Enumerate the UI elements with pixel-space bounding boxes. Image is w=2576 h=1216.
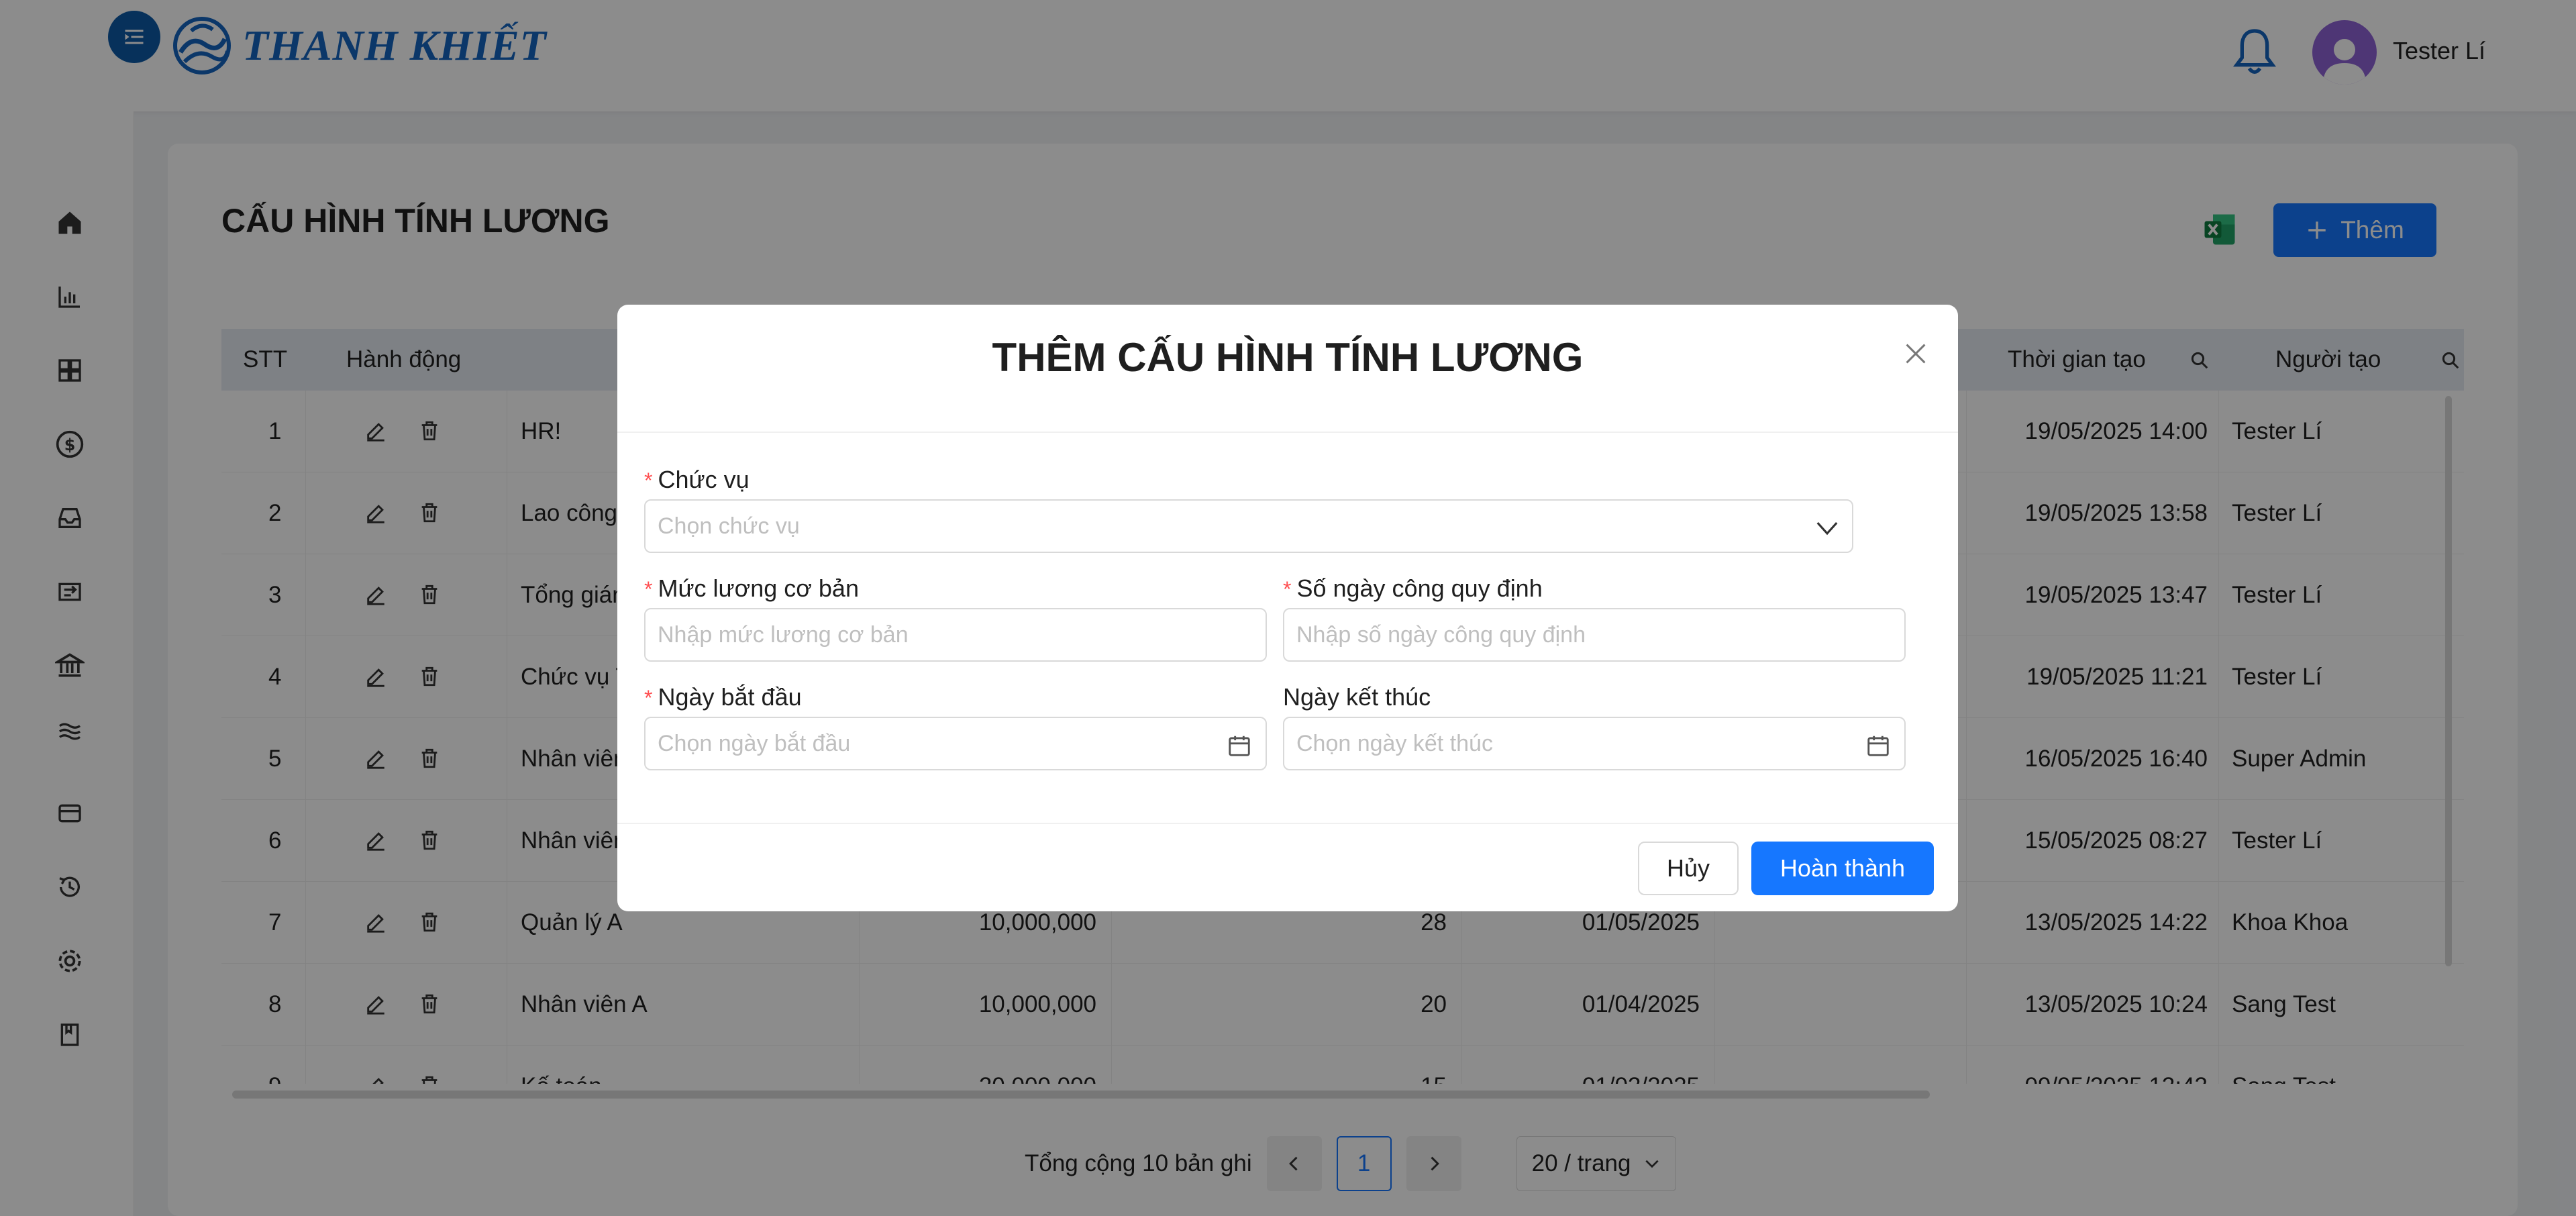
workdays-label: * Số ngày công quy định (1283, 574, 1543, 603)
workdays-placeholder: Nhập số ngày công quy định (1296, 622, 1586, 648)
cancel-button[interactable]: Hủy (1638, 842, 1739, 895)
start-date-label: * Ngày bắt đầu (644, 683, 802, 711)
start-date-picker[interactable]: Chọn ngày bắt đầu (644, 717, 1267, 770)
modal-header: THÊM CẤU HÌNH TÍNH LƯƠNG (617, 305, 1958, 433)
salary-label: * Mức lương cơ bản (644, 574, 859, 603)
start-date-placeholder: Chọn ngày bắt đầu (658, 731, 851, 756)
position-label-text: Chức vụ (658, 466, 750, 493)
start-date-label-text: Ngày bắt đầu (658, 683, 802, 711)
calendar-icon (1867, 736, 1889, 756)
add-salary-config-modal: THÊM CẤU HÌNH TÍNH LƯƠNG * Chức vụ Chọn c… (617, 305, 1958, 911)
end-date-label-text: Ngày kết thúc (1283, 683, 1431, 711)
submit-button[interactable]: Hoàn thành (1751, 842, 1934, 895)
modal-title: THÊM CẤU HÌNH TÍNH LƯƠNG (992, 335, 1584, 380)
required-mark: * (1283, 577, 1292, 601)
required-mark: * (644, 468, 653, 493)
required-mark: * (644, 577, 653, 601)
salary-placeholder: Nhập mức lương cơ bản (658, 622, 909, 648)
end-date-placeholder: Chọn ngày kết thúc (1296, 731, 1493, 756)
salary-label-text: Mức lương cơ bản (658, 574, 859, 602)
modal-footer-divider (617, 823, 1958, 824)
close-icon (1906, 344, 1926, 364)
calendar-icon (1229, 736, 1250, 756)
end-date-label: Ngày kết thúc (1283, 683, 1431, 711)
base-salary-input[interactable]: Nhập mức lương cơ bản (644, 608, 1267, 662)
position-placeholder: Chọn chức vụ (658, 513, 800, 539)
required-mark: * (644, 686, 653, 710)
workdays-label-text: Số ngày công quy định (1296, 574, 1543, 602)
position-label: * Chức vụ (644, 466, 750, 494)
end-date-picker[interactable]: Chọn ngày kết thúc (1283, 717, 1906, 770)
position-select[interactable]: Chọn chức vụ (644, 499, 1853, 553)
close-button[interactable] (1900, 338, 1931, 372)
workdays-input[interactable]: Nhập số ngày công quy định (1283, 608, 1906, 662)
chevron-down-icon (1816, 522, 1838, 536)
